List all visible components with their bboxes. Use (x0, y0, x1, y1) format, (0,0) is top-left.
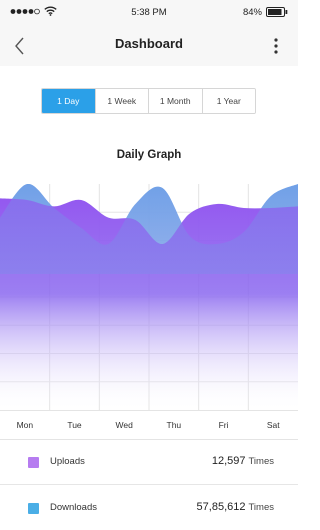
tab-1-week[interactable]: 1 Week (94, 89, 148, 113)
x-tick-mon: Mon (16, 420, 34, 430)
tab-1-year[interactable]: 1 Year (201, 89, 255, 113)
x-tick-wed: Wed (115, 420, 133, 430)
uploads-label: Uploads (50, 456, 85, 467)
downloads-unit: Times (248, 502, 274, 513)
uploads-count: 12,597 (211, 455, 246, 467)
x-tick-sat: Sat (266, 420, 280, 430)
tab-1-month[interactable]: 1 Month (148, 89, 202, 113)
battery-percent: 84% (242, 7, 262, 18)
downloads-value: 57,85,612 Times (197, 501, 274, 513)
uploads-swatch (28, 457, 39, 468)
x-axis: Mon Tue Wed Thu Fri Sat (0, 410, 298, 440)
legend-row-downloads: Downloads 57,85,612 Times (0, 486, 298, 530)
uploads-unit: Times (248, 456, 274, 467)
downloads-label: Downloads (50, 502, 97, 513)
uploads-value: 12,597 Times (212, 455, 274, 467)
tab-1-day[interactable]: 1 Day (42, 89, 95, 113)
time-range-segmented-control: 1 Day 1 Week 1 Month 1 Year (41, 88, 256, 114)
x-tick-tue: Tue (67, 420, 82, 430)
graph-title: Daily Graph (116, 149, 182, 161)
x-tick-thu: Thu (166, 420, 182, 430)
more-options-icon[interactable] (272, 37, 280, 55)
battery-icon (266, 7, 288, 17)
x-tick-fri: Fri (218, 420, 229, 430)
back-chevron-icon[interactable] (12, 36, 30, 56)
page-title: Dashboard (115, 36, 183, 51)
legend-row-uploads: Uploads 12,597 Times (0, 440, 298, 485)
nav-bar: Dashboard (0, 24, 298, 66)
downloads-area-top (0, 184, 298, 274)
downloads-swatch (28, 503, 39, 514)
status-bar: 5:38 PM 84% (0, 0, 298, 24)
downloads-count: 57,85,612 (196, 501, 246, 513)
area-chart (0, 184, 298, 410)
